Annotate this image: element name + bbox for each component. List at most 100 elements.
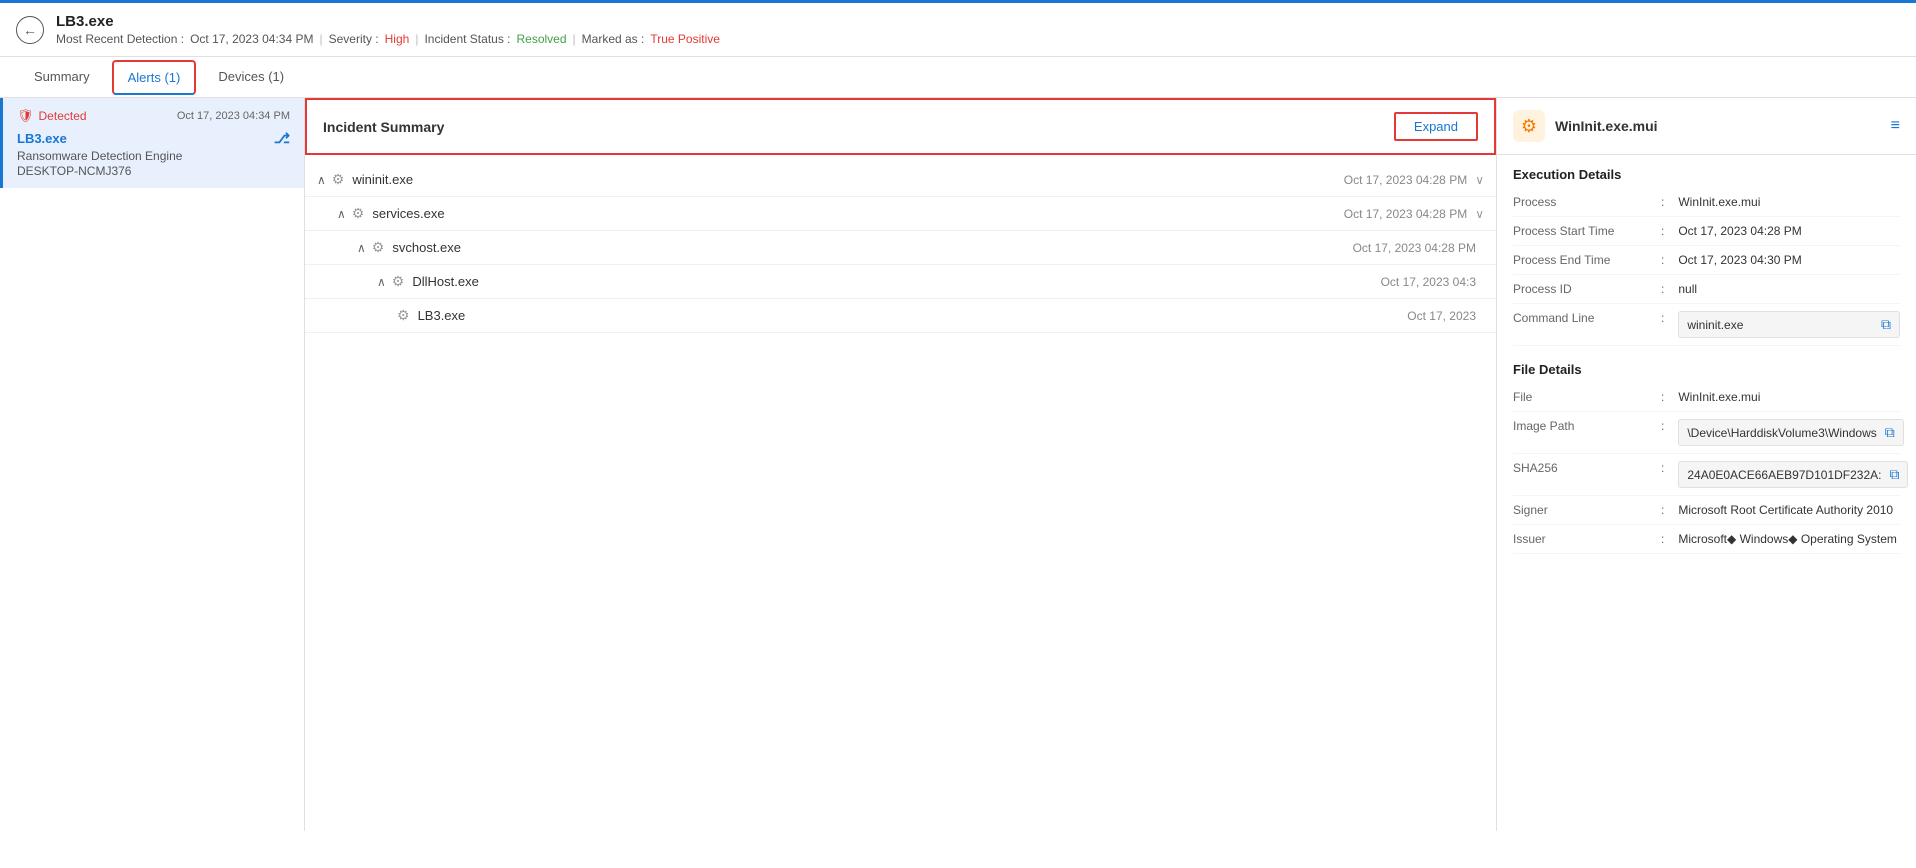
detail-row-cmdline: Command Line : wininit.exe ⧉ [1513,304,1900,346]
detail-value: WinInit.exe.mui [1678,390,1900,404]
expand-chevron[interactable]: ∨ [1475,173,1484,187]
detail-colon: : [1661,461,1664,475]
command-line-value: wininit.exe [1687,318,1743,332]
collapse-chevron[interactable]: ∧ [357,241,366,255]
detail-label: Issuer [1513,532,1653,546]
marked-value: True Positive [650,32,720,46]
detail-label: Process ID [1513,282,1653,296]
detail-row-issuer: Issuer : Microsoft◆ Windows◆ Operating S… [1513,525,1900,554]
detail-label: File [1513,390,1653,404]
main-layout: 🛡 Detected Oct 17, 2023 04:34 PM LB3.exe… [0,98,1916,831]
sep1: | [319,32,322,46]
sha256-box: 24A0E0ACE66AEB97D101DF232A: ⧉ [1678,461,1908,488]
lines-icon[interactable]: ≡ [1891,117,1900,135]
back-button[interactable]: ← [16,16,44,44]
process-time: Oct 17, 2023 04:28 PM [1344,207,1467,221]
detail-colon: : [1661,282,1664,296]
detail-row-end-time: Process End Time : Oct 17, 2023 04:30 PM [1513,246,1900,275]
detail-row-image-path: Image Path : \Device\HarddiskVolume3\Win… [1513,412,1900,454]
detail-row-file: File : WinInit.exe.mui [1513,383,1900,412]
header-info: LB3.exe Most Recent Detection : Oct 17, … [56,13,720,46]
sha256-value: 24A0E0ACE66AEB97D101DF232A: [1687,468,1881,482]
tree-row[interactable]: ⚙ LB3.exe Oct 17, 2023 [305,299,1496,333]
gear-orange-icon: ⚙ [1513,110,1545,142]
detail-colon: : [1661,532,1664,546]
gear-icon: ⚙ [397,307,410,324]
gear-icon: ⚙ [392,273,405,290]
detail-label: Command Line [1513,311,1653,325]
process-name: wininit.exe [352,172,1343,187]
process-time: Oct 17, 2023 [1407,309,1476,323]
severity-label: Severity : [329,32,379,46]
alert-item[interactable]: 🛡 Detected Oct 17, 2023 04:34 PM LB3.exe… [0,98,304,188]
file-details-title: File Details [1497,350,1916,383]
copy-icon[interactable]: ⧉ [1881,316,1891,333]
copy-icon[interactable]: ⧉ [1889,466,1899,483]
process-time: Oct 17, 2023 04:28 PM [1353,241,1476,255]
tree-row[interactable]: ∧ ⚙ wininit.exe Oct 17, 2023 04:28 PM ∨ [305,163,1496,197]
process-name: services.exe [372,206,1343,221]
detail-value: Microsoft◆ Windows◆ Operating System [1678,532,1900,546]
detail-colon: : [1661,195,1664,209]
collapse-chevron[interactable]: ∧ [317,173,326,187]
expand-button[interactable]: Expand [1394,112,1478,141]
right-panel: ⚙ WinInit.exe.mui ≡ Execution Details Pr… [1496,98,1916,831]
detail-value: null [1678,282,1900,296]
detail-row-start-time: Process Start Time : Oct 17, 2023 04:28 … [1513,217,1900,246]
detail-value: Oct 17, 2023 04:30 PM [1678,253,1900,267]
detail-value: WinInit.exe.mui [1678,195,1900,209]
tree-row[interactable]: ∧ ⚙ services.exe Oct 17, 2023 04:28 PM ∨ [305,197,1496,231]
detection-label: Most Recent Detection : [56,32,184,46]
process-name: LB3.exe [418,308,1408,323]
detail-label: Process [1513,195,1653,209]
sep2: | [415,32,418,46]
tab-devices[interactable]: Devices (1) [200,57,302,98]
detail-label: Image Path [1513,419,1653,433]
detail-colon: : [1661,390,1664,404]
command-line-box: wininit.exe ⧉ [1678,311,1900,338]
detected-label: Detected [39,109,87,123]
detail-row-signer: Signer : Microsoft Root Certificate Auth… [1513,496,1900,525]
right-panel-title: WinInit.exe.mui [1555,118,1658,134]
tree-row[interactable]: ∧ ⚙ svchost.exe Oct 17, 2023 04:28 PM [305,231,1496,265]
alert-time: Oct 17, 2023 04:34 PM [177,110,290,122]
detail-colon: : [1661,253,1664,267]
detail-value: Microsoft Root Certificate Authority 201… [1678,503,1900,517]
collapse-chevron[interactable]: ∧ [377,275,386,289]
process-time: Oct 17, 2023 04:3 [1381,275,1476,289]
tree-row[interactable]: ∧ ⚙ DllHost.exe Oct 17, 2023 04:3 [305,265,1496,299]
page-title: LB3.exe [56,13,720,30]
process-name: DllHost.exe [412,274,1380,289]
detail-row-process: Process : WinInit.exe.mui [1513,188,1900,217]
incident-summary-title: Incident Summary [323,119,444,135]
gear-icon: ⚙ [352,205,365,222]
status-value: Resolved [517,32,567,46]
tabs-bar: Summary Alerts (1) Devices (1) [0,57,1916,98]
shield-icon: 🛡 [17,108,34,124]
detail-colon: : [1661,224,1664,238]
detail-row-sha256: SHA256 : 24A0E0ACE66AEB97D101DF232A: ⧉ [1513,454,1900,496]
execution-details-title: Execution Details [1497,155,1916,188]
alert-header: 🛡 Detected Oct 17, 2023 04:34 PM [17,108,290,124]
tree-icon: ⎇ [274,130,290,147]
right-panel-header: ⚙ WinInit.exe.mui ≡ [1497,98,1916,155]
expand-chevron[interactable]: ∨ [1475,207,1484,221]
detail-label: Signer [1513,503,1653,517]
gear-icon: ⚙ [372,239,385,256]
left-panel: 🛡 Detected Oct 17, 2023 04:34 PM LB3.exe… [0,98,305,831]
collapse-chevron[interactable]: ∧ [337,207,346,221]
image-path-box: \Device\HarddiskVolume3\Windows ⧉ [1678,419,1903,446]
detail-colon: : [1661,311,1664,325]
detail-row-pid: Process ID : null [1513,275,1900,304]
copy-icon[interactable]: ⧉ [1885,424,1895,441]
tab-summary[interactable]: Summary [16,57,108,98]
center-panel: Incident Summary Expand ∧ ⚙ wininit.exe … [305,98,1496,831]
tab-alerts[interactable]: Alerts (1) [112,60,197,95]
process-name: svchost.exe [392,240,1352,255]
header-meta: Most Recent Detection : Oct 17, 2023 04:… [56,32,720,46]
right-panel-title-row: ⚙ WinInit.exe.mui [1513,110,1658,142]
gear-icon: ⚙ [332,171,345,188]
execution-details-table: Process : WinInit.exe.mui Process Start … [1497,188,1916,346]
sep3: | [573,32,576,46]
detail-colon: : [1661,419,1664,433]
